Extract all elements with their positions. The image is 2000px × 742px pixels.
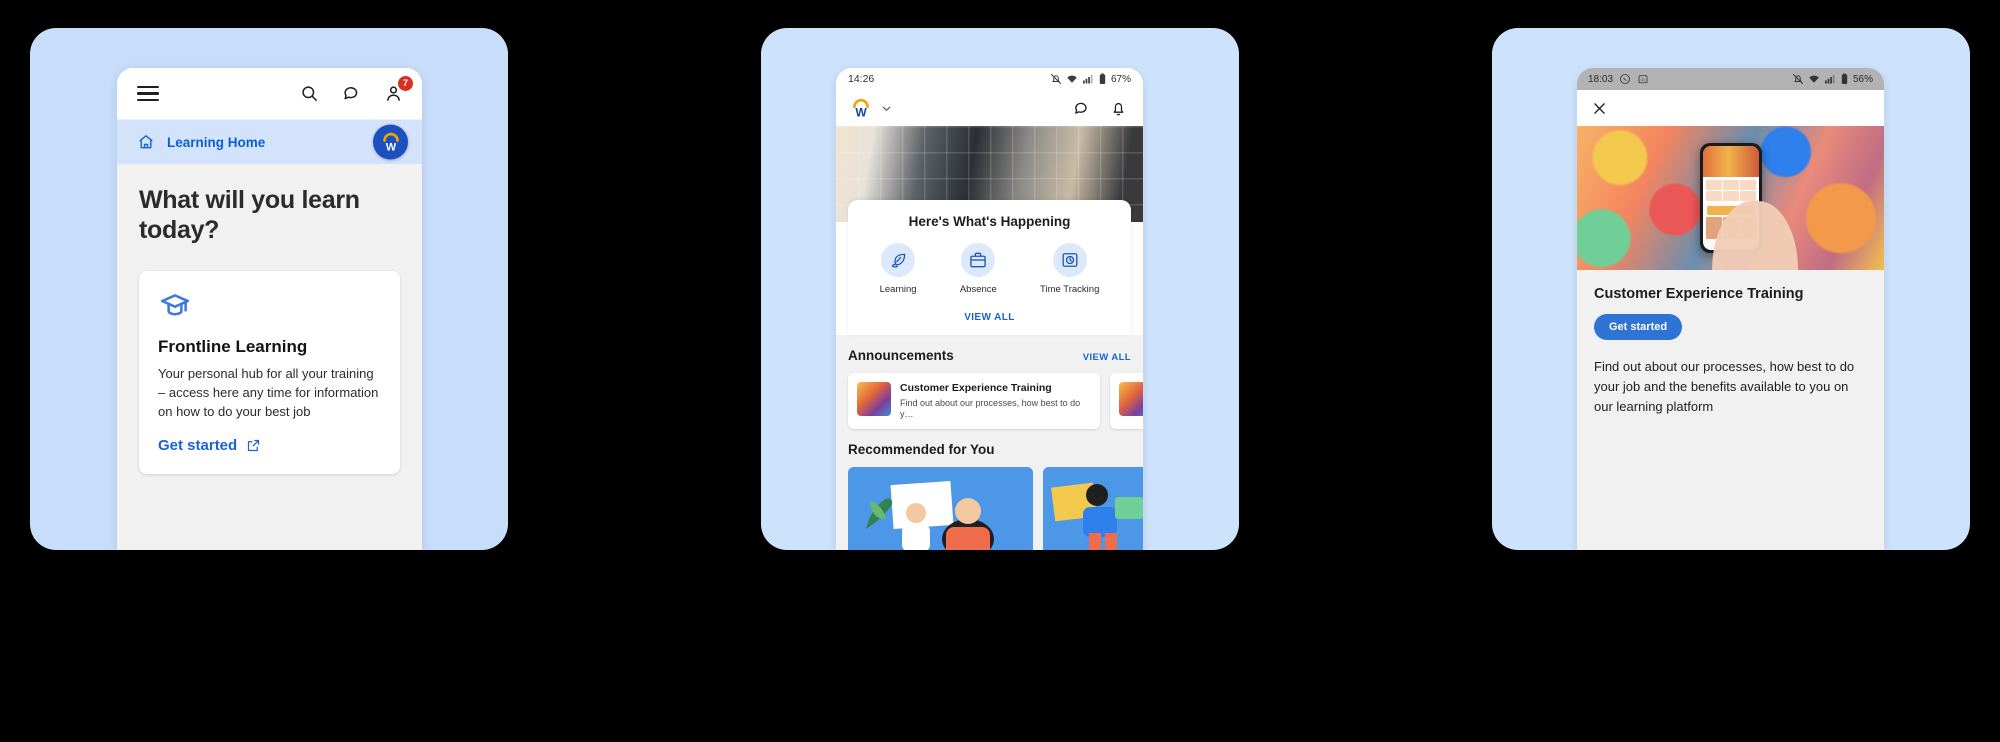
graffiti-thumbnail	[857, 382, 891, 416]
status-time: 18:03	[1588, 73, 1614, 85]
get-started-link[interactable]: Get started	[158, 437, 381, 454]
phone3-status-bar: 18:03 31 56%	[1577, 68, 1884, 90]
status-left: 18:03 31	[1588, 73, 1649, 85]
breadcrumb-label[interactable]: Learning Home	[167, 135, 265, 150]
external-link-icon	[246, 438, 261, 453]
profile-icon[interactable]: 7	[382, 75, 413, 105]
announcement-subtitle: Find out about our processes, how best t…	[900, 397, 1081, 419]
absence-bag-icon	[961, 243, 996, 277]
breadcrumb: Learning Home W	[117, 120, 422, 164]
phone-screen-1: 7 Learning Home W What will you learn to…	[117, 68, 422, 550]
mockup-panel-1: 7 Learning Home W What will you learn to…	[30, 28, 508, 550]
phone-screen-2: 14:26 67% W Here's What's Happening Lear…	[836, 68, 1143, 550]
home-icon[interactable]	[137, 133, 155, 151]
recommended-section: Recommended for You	[836, 429, 1143, 550]
search-icon[interactable]	[298, 83, 320, 105]
announcements-section: Announcements VIEW ALL Customer Experien…	[836, 335, 1143, 430]
whats-happening-card: Here's What's Happening Learning Absence…	[848, 200, 1131, 335]
notification-badge: 7	[398, 75, 413, 91]
screenshot-stage: 7 Learning Home W What will you learn to…	[0, 0, 2000, 742]
phone3-content: Customer Experience Training Get started…	[1577, 270, 1884, 550]
quick-action-label: Absence	[959, 284, 997, 295]
svg-text:W: W	[855, 105, 867, 119]
phone2-top-bar: W	[836, 90, 1143, 126]
quick-action-absence[interactable]: Absence	[960, 243, 997, 295]
illustration-tile-1[interactable]	[848, 467, 1033, 550]
announcements-header: Announcements VIEW ALL	[848, 348, 1131, 363]
battery-icon	[1099, 73, 1106, 84]
quick-action-time-tracking[interactable]: Time Tracking	[1040, 243, 1099, 295]
card-body: Your personal hub for all your training …	[158, 366, 379, 419]
status-time: 14:26	[848, 73, 875, 85]
hamburger-menu-icon[interactable]	[137, 85, 159, 102]
svg-text:31: 31	[1641, 77, 1646, 82]
recommended-header: Recommended for You	[848, 442, 1131, 457]
course-title: Customer Experience Training	[1594, 286, 1804, 302]
list-item[interactable]: Customer Experience Training Find out ab…	[848, 373, 1100, 430]
battery-percent: 67%	[1110, 73, 1131, 85]
phone1-app-bar-actions: 7	[298, 75, 413, 105]
workday-logo[interactable]: W	[849, 96, 893, 120]
calendar-icon: 31	[1638, 75, 1648, 84]
svg-text:W: W	[385, 141, 396, 153]
view-all-label: VIEW ALL	[964, 312, 1015, 323]
phone3-app-bar	[1577, 90, 1884, 126]
chat-bubble-icon[interactable]	[340, 83, 362, 105]
quick-actions-row: Learning Absence Time Tracking	[858, 243, 1121, 295]
phone-screen-3: 18:03 31 56% Customer Experience Trainin…	[1577, 68, 1884, 550]
announcements-list: Customer Experience Training Find out ab…	[848, 373, 1143, 430]
bell-muted-icon	[1050, 74, 1061, 84]
status-icons: 56%	[1792, 73, 1873, 85]
chat-bubble-icon[interactable]	[1073, 100, 1090, 117]
course-description: Find out about our processes, how best t…	[1594, 359, 1855, 414]
notification-bell-icon[interactable]	[1110, 100, 1127, 117]
whats-happening-heading: Here's What's Happening	[908, 214, 1071, 229]
recommended-heading: Recommended for You	[848, 442, 995, 458]
illustration-tile-2[interactable]	[1043, 467, 1143, 550]
phone1-content: What will you learn today? Frontline Lea…	[117, 164, 422, 550]
battery-percent: 56%	[1852, 73, 1873, 85]
frontline-learning-card[interactable]: Frontline Learning Your personal hub for…	[139, 271, 400, 474]
graduation-cap-icon	[158, 289, 381, 323]
status-icons: 67%	[1050, 73, 1131, 85]
wifi-icon	[1067, 75, 1077, 83]
sheet-view-all[interactable]: VIEW ALL	[858, 307, 1121, 325]
bell-muted-icon	[1792, 74, 1803, 84]
get-started-label: Get started	[158, 436, 238, 454]
announcement-title: Customer Experience Training	[900, 382, 1052, 394]
time-tracking-clock-icon	[1052, 243, 1087, 277]
wifi-icon	[1809, 75, 1819, 83]
learning-leaf-icon	[881, 243, 916, 277]
quick-action-label: Learning	[879, 284, 917, 295]
quick-action-label: Time Tracking	[1040, 284, 1100, 295]
phone1-app-bar: 7	[117, 68, 422, 120]
graffiti-hand-phone-photo	[1577, 126, 1884, 270]
mockup-panel-3: 18:03 31 56% Customer Experience Trainin…	[1492, 28, 1970, 550]
signal-bars-icon	[1824, 75, 1835, 84]
phone2-status-bar: 14:26 67%	[836, 68, 1143, 90]
whatsapp-icon	[1620, 74, 1630, 84]
battery-icon	[1841, 73, 1848, 84]
workday-avatar[interactable]: W	[373, 124, 408, 160]
get-started-button[interactable]: Get started	[1594, 314, 1683, 340]
recommended-list	[848, 467, 1143, 550]
card-heading: Frontline Learning	[158, 337, 308, 356]
list-item[interactable]	[1110, 373, 1143, 430]
phone2-top-actions	[1073, 100, 1127, 117]
mockup-panel-2: 14:26 67% W Here's What's Happening Lear…	[761, 28, 1239, 550]
chevron-down-icon[interactable]	[880, 102, 893, 115]
announcements-heading: Announcements	[848, 348, 954, 363]
page-title: What will you learn today?	[139, 186, 360, 244]
quick-action-learning[interactable]: Learning	[880, 243, 917, 295]
announcements-view-all[interactable]: VIEW ALL	[1083, 352, 1131, 363]
signal-bars-icon	[1082, 75, 1093, 84]
second-thumbnail	[1119, 382, 1143, 416]
close-x-icon[interactable]	[1591, 100, 1608, 117]
